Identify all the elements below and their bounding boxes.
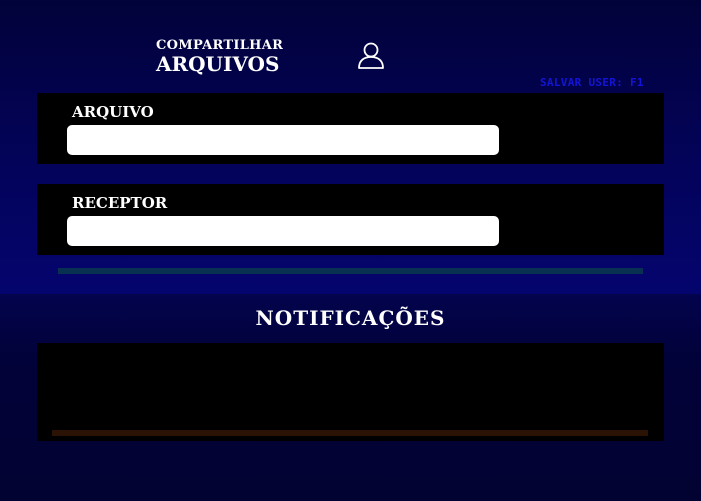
app-title-line2: ARQUIVOS	[156, 52, 280, 76]
receiver-panel: RECEPTOR	[37, 184, 664, 255]
file-panel: ARQUIVO	[37, 93, 664, 164]
user-icon[interactable]	[356, 40, 386, 70]
app-title-line1: COMPARTILHAR	[156, 38, 284, 53]
receiver-label: RECEPTOR	[72, 194, 168, 212]
receiver-input[interactable]	[67, 216, 499, 246]
file-input[interactable]	[67, 125, 499, 155]
notifications-title: NOTIFICAÇÕES	[255, 306, 446, 330]
save-user-hint: SALVAR USER: F1	[540, 76, 644, 89]
transfer-progress-bar	[58, 268, 643, 274]
notifications-scrollbar[interactable]	[52, 430, 648, 436]
notifications-list	[37, 343, 664, 441]
app-title: COMPARTILHAR ARQUIVOS	[156, 38, 284, 76]
file-label: ARQUIVO	[72, 103, 154, 121]
